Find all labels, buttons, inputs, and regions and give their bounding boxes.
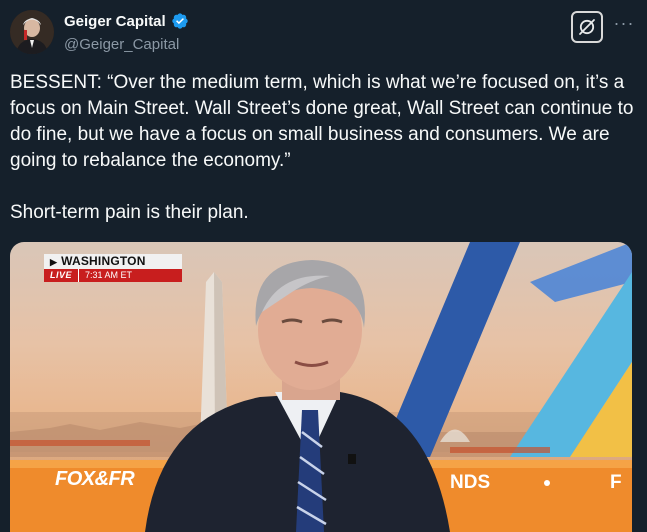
broadcast-time: 7:31 AM ET bbox=[78, 269, 182, 282]
ticker-text-right: F bbox=[610, 472, 622, 493]
tweet-media-video[interactable]: ▶ WASHINGTON LIVE 7:31 AM ET FOX&FR NDS F bbox=[10, 242, 632, 532]
play-arrow-icon: ▶ bbox=[50, 257, 58, 267]
grok-button[interactable] bbox=[571, 11, 603, 43]
ticker-text-left: FOX&FR bbox=[55, 468, 135, 490]
ticker-text-middle: NDS bbox=[450, 472, 491, 493]
author-name-row[interactable]: Geiger Capital bbox=[64, 12, 189, 30]
verified-badge-icon bbox=[171, 12, 189, 30]
live-label: LIVE bbox=[44, 269, 79, 282]
location-label: WASHINGTON bbox=[61, 254, 146, 268]
more-options-icon[interactable]: ··· bbox=[613, 14, 635, 36]
tweet-paragraph-quote: BESSENT: “Over the medium term, which is… bbox=[10, 72, 634, 171]
author-display-name[interactable]: Geiger Capital bbox=[64, 13, 166, 30]
author-handle[interactable]: @Geiger_Capital bbox=[64, 36, 179, 53]
author-avatar[interactable] bbox=[10, 10, 54, 54]
tweet-paragraph-comment: Short-term pain is their plan. bbox=[10, 202, 249, 223]
grok-icon bbox=[577, 17, 597, 37]
ticker-separator-dot bbox=[544, 480, 550, 486]
location-badge: ▶ WASHINGTON LIVE 7:31 AM ET bbox=[44, 254, 182, 284]
tweet-text: BESSENT: “Over the medium term, which is… bbox=[10, 70, 638, 226]
